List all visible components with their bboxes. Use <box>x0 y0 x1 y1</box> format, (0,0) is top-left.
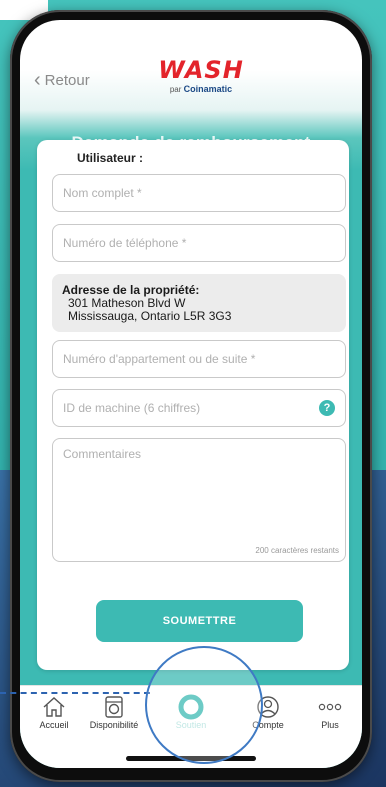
chevron-left-icon: ‹ <box>34 69 41 91</box>
comments-placeholder: Commentaires <box>63 447 142 461</box>
tab-availability[interactable]: Disponibilité <box>84 694 144 730</box>
home-icon <box>24 694 84 720</box>
support-highlight-ring <box>145 646 263 764</box>
logo-subtitle: par Coinamatic <box>146 84 256 94</box>
tab-home-label: Accueil <box>39 720 69 730</box>
user-section-label: Utilisateur : <box>77 151 144 165</box>
tab-more[interactable]: Plus <box>300 694 360 730</box>
property-address-box: Adresse de la propriété: 301 Matheson Bl… <box>52 274 346 332</box>
machine-id-placeholder: ID de machine (6 chiffres) <box>63 401 201 415</box>
dashed-guide-line <box>0 692 150 694</box>
phone-input[interactable]: Numéro de téléphone * <box>52 224 346 262</box>
tab-availability-label: Disponibilité <box>89 720 139 730</box>
submit-button[interactable]: SOUMETTRE <box>96 600 303 642</box>
full-name-input[interactable]: Nom complet * <box>52 174 346 212</box>
tab-more-label: Plus <box>321 720 339 730</box>
washer-icon <box>84 694 144 720</box>
full-name-placeholder: Nom complet * <box>63 186 142 200</box>
help-icon[interactable]: ? <box>319 400 335 416</box>
more-dots-icon <box>300 694 360 720</box>
unit-number-input[interactable]: Numéro d'appartement ou de suite * <box>52 340 346 378</box>
logo-sub-brand: Coinamatic <box>183 84 233 94</box>
machine-id-input[interactable]: ID de machine (6 chiffres) ? <box>52 389 346 427</box>
back-button[interactable]: ‹ Retour <box>34 69 90 91</box>
phone-placeholder: Numéro de téléphone * <box>63 236 187 250</box>
unit-number-placeholder: Numéro d'appartement ou de suite * <box>63 352 256 366</box>
logo-wordmark: WASH <box>158 56 244 84</box>
logo-sub-prefix: par <box>169 85 182 94</box>
comments-textarea[interactable]: Commentaires 200 caractères restants <box>52 438 346 562</box>
refund-form-card: Utilisateur : Nom complet * Numéro de té… <box>37 140 349 670</box>
back-label: Retour <box>44 72 90 89</box>
brand-logo: WASH par Coinamatic <box>146 56 256 94</box>
tab-home[interactable]: Accueil <box>24 694 84 730</box>
char-counter: 200 caractères restants <box>255 546 339 555</box>
address-line-2: Mississauga, Ontario L5R 3G3 <box>68 309 232 323</box>
